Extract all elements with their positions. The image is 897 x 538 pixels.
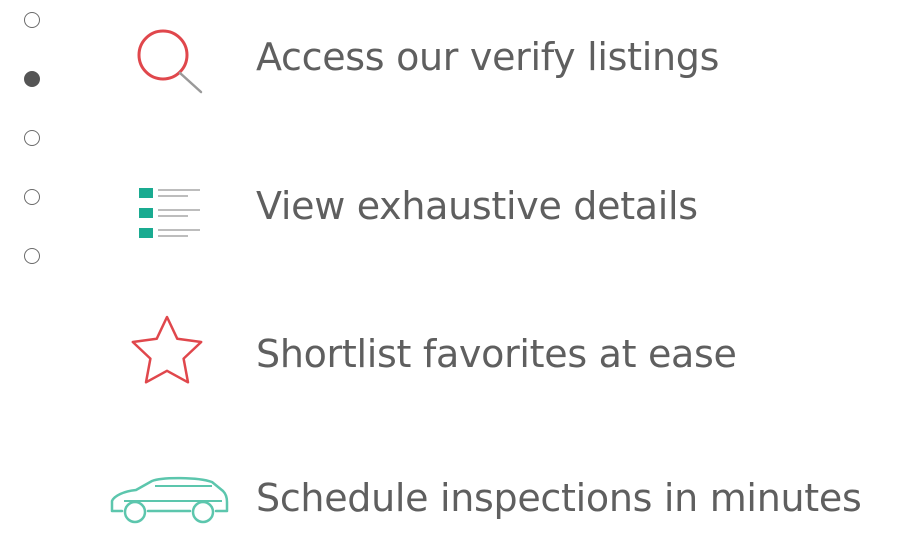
car-icon — [110, 476, 229, 524]
feature-shortlist-favorites: Shortlist favorites at ease — [0, 314, 897, 394]
feature-label: Access our verify listings — [256, 35, 720, 79]
search-icon — [137, 29, 203, 94]
feature-label: Shortlist favorites at ease — [256, 332, 737, 376]
feature-verified-listings: Access our verify listings — [0, 17, 897, 97]
pagination-dot-5[interactable] — [24, 248, 40, 264]
star-icon — [131, 315, 203, 384]
pagination-dot-3[interactable] — [24, 130, 40, 146]
feature-label: View exhaustive details — [256, 184, 698, 228]
feature-schedule-inspections: Schedule inspections in minutes — [0, 458, 897, 538]
list-details-icon — [139, 188, 200, 238]
feature-label: Schedule inspections in minutes — [256, 476, 862, 520]
feature-exhaustive-details: View exhaustive details — [0, 166, 897, 246]
